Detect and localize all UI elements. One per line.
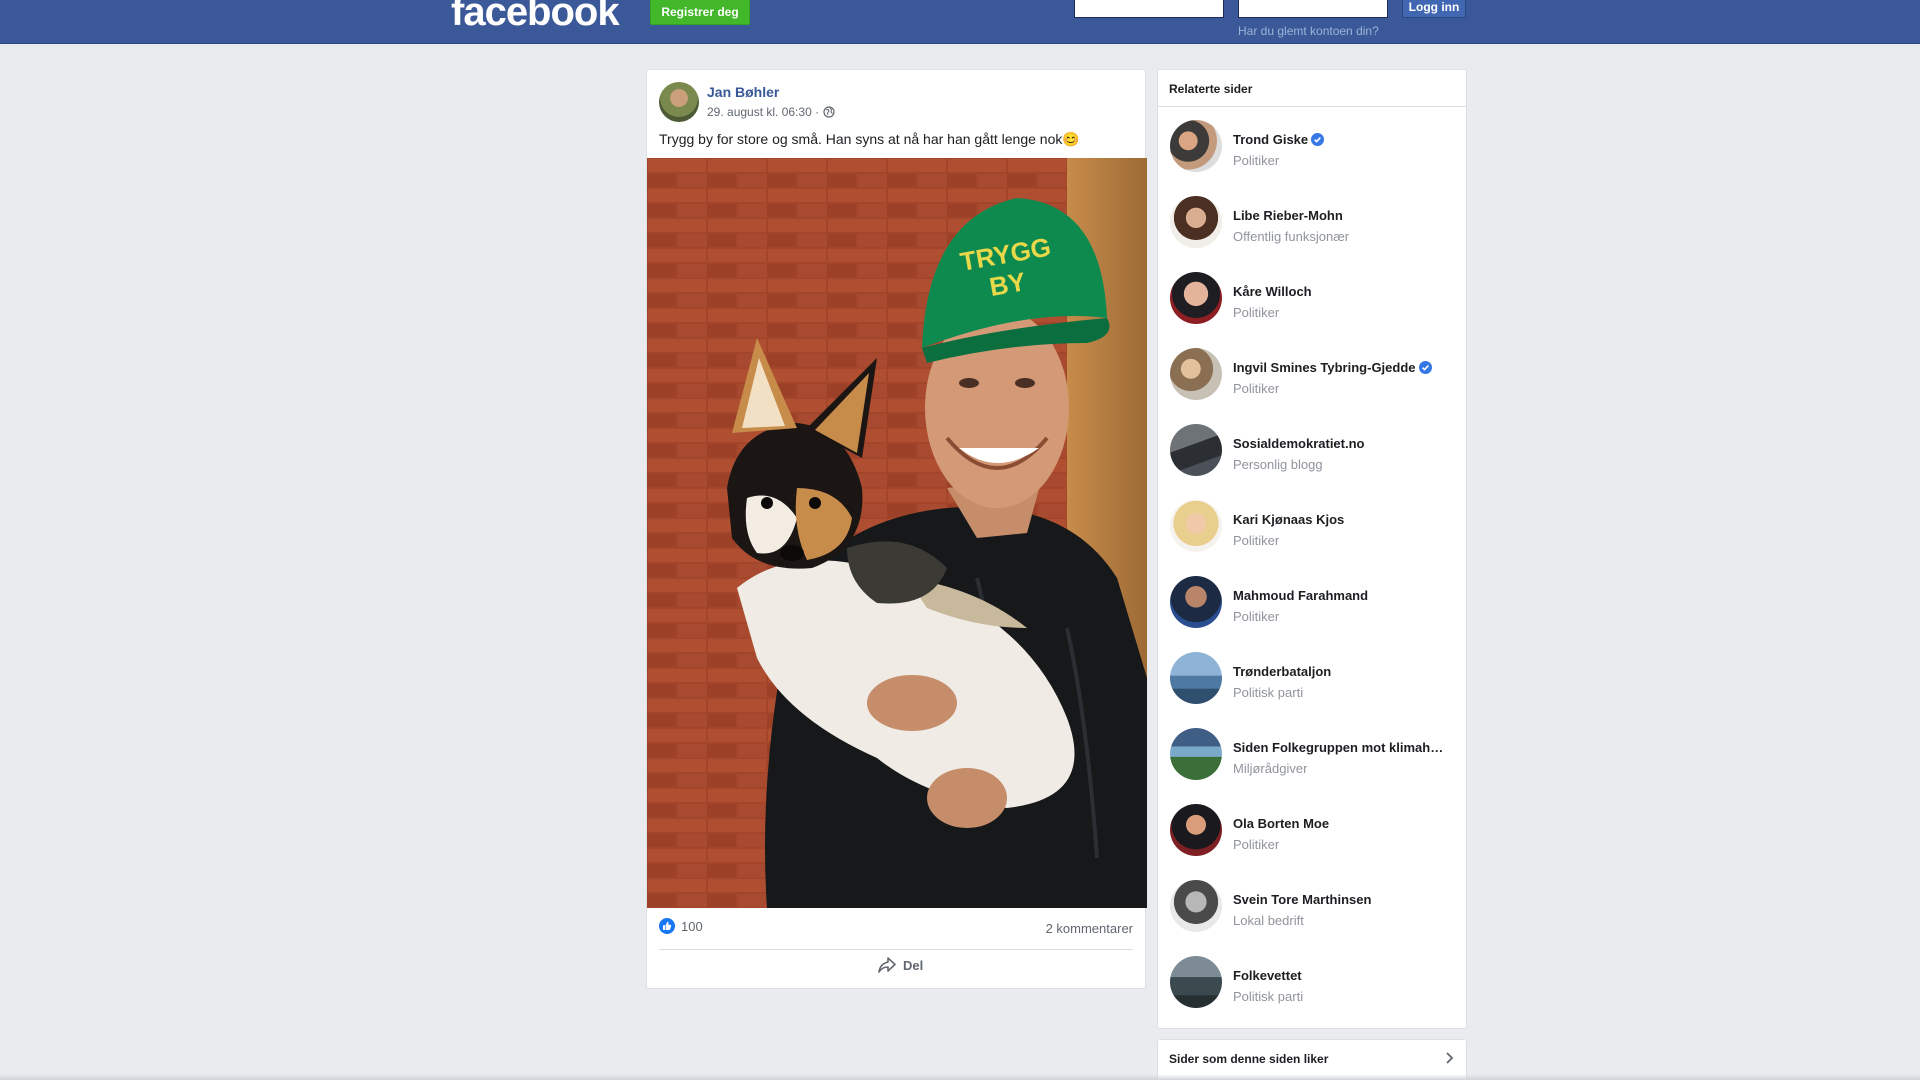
page-name[interactable]: Libe Rieber-Mohn [1233, 208, 1343, 223]
facebook-logo[interactable]: facebook [451, 0, 620, 32]
cap-text-bottom: BY [987, 266, 1028, 302]
page-category: Politiker [1233, 381, 1280, 396]
page-category: Politiker [1233, 837, 1280, 852]
page-name[interactable]: Kari Kjønaas Kjos [1233, 512, 1344, 527]
related-page-item[interactable]: Ola Borten Moe Politiker [1158, 802, 1466, 878]
page-category: Offentlig funksjonær [1233, 229, 1350, 244]
post-text: Trygg by for store og små. Han syns at n… [659, 131, 1080, 147]
page-avatar[interactable] [1170, 576, 1222, 628]
verified-badge-icon [1418, 361, 1432, 374]
like-icon [659, 918, 675, 934]
page-category: Politiker [1233, 609, 1280, 624]
related-page-item[interactable]: Trønderbataljon Politisk parti [1158, 650, 1466, 726]
forgot-account-link[interactable]: Har du glemt kontoen din? [1238, 24, 1379, 38]
related-page-item[interactable]: Kåre Willoch Politiker [1158, 270, 1466, 346]
page-category: Miljørådgiver [1233, 761, 1308, 776]
page-name[interactable]: Mahmoud Farahmand [1233, 588, 1368, 603]
post-card: Jan Bøhler 29. august kl. 06:30 · Trygg … [646, 69, 1147, 989]
page-avatar[interactable] [1170, 196, 1222, 248]
page-name[interactable]: Folkevettet [1233, 968, 1302, 983]
page-category: Politisk parti [1233, 685, 1304, 700]
globe-icon [823, 106, 835, 118]
page-name[interactable]: Kåre Willoch [1233, 284, 1312, 299]
scroll-edge [0, 1074, 1920, 1080]
related-page-item[interactable]: Folkevettet Politisk parti [1158, 954, 1466, 1030]
related-pages-card: Relaterte sider Trond Giske Politiker Li… [1157, 69, 1467, 1029]
page-avatar[interactable] [1170, 652, 1222, 704]
related-pages-list: Trond Giske Politiker Libe Rieber-Mohn O… [1158, 118, 1466, 1030]
related-page-item[interactable]: Sosialdemokratiet.no Personlig blogg [1158, 422, 1466, 498]
page-name[interactable]: Trond Giske [1233, 132, 1308, 147]
page-avatar[interactable] [1170, 956, 1222, 1008]
page-avatar[interactable] [1170, 804, 1222, 856]
related-pages-title: Relaterte sider [1169, 82, 1253, 96]
author-avatar[interactable] [659, 82, 699, 122]
page-name[interactable]: Trønderbataljon [1233, 664, 1331, 679]
comments-count[interactable]: 2 kommentarer [1046, 921, 1133, 936]
page-avatar[interactable] [1170, 424, 1222, 476]
page-avatar[interactable] [1170, 120, 1222, 172]
related-page-item[interactable]: Siden Folkegruppen mot klimah… Miljørådg… [1158, 726, 1466, 802]
related-page-item[interactable]: Kari Kjønaas Kjos Politiker [1158, 498, 1466, 574]
page-category: Politiker [1233, 533, 1280, 548]
post-author-name[interactable]: Jan Bøhler [707, 84, 779, 100]
liked-pages-title: Sider som denne siden liker [1169, 1052, 1329, 1066]
related-divider [1158, 106, 1466, 107]
related-page-item[interactable]: Mahmoud Farahmand Politiker [1158, 574, 1466, 650]
page-category: Personlig blogg [1233, 457, 1323, 472]
action-divider [659, 949, 1133, 950]
page-name[interactable]: Siden Folkegruppen mot klimah… [1233, 740, 1443, 755]
register-button[interactable]: Registrer deg [650, 0, 750, 25]
page-name[interactable]: Svein Tore Marthinsen [1233, 892, 1371, 907]
page-avatar[interactable] [1170, 880, 1222, 932]
share-label: Del [903, 957, 924, 973]
page-name[interactable]: Ingvil Smines Tybring-Gjedde [1233, 360, 1416, 375]
share-icon [878, 957, 896, 973]
reaction-summary[interactable]: 100 [659, 918, 703, 934]
like-count: 100 [681, 918, 703, 934]
verified-badge-icon [1311, 133, 1325, 146]
chevron-right-icon[interactable] [1442, 1051, 1456, 1065]
page-category: Politisk parti [1233, 989, 1304, 1004]
page-avatar[interactable] [1170, 728, 1222, 780]
page-name[interactable]: Sosialdemokratiet.no [1233, 436, 1364, 451]
page-category: Lokal bedrift [1233, 913, 1304, 928]
related-page-item[interactable]: Trond Giske Politiker [1158, 118, 1466, 194]
email-field[interactable] [1074, 0, 1224, 18]
page-avatar[interactable] [1170, 348, 1222, 400]
post-photo[interactable]: TRYGG BY [647, 158, 1147, 908]
password-field[interactable] [1238, 0, 1388, 18]
login-button[interactable]: Logg inn [1402, 0, 1466, 18]
related-page-item[interactable]: Libe Rieber-Mohn Offentlig funksjonær [1158, 194, 1466, 270]
page-avatar[interactable] [1170, 272, 1222, 324]
page-name[interactable]: Ola Borten Moe [1233, 816, 1329, 831]
page-category: Politiker [1233, 153, 1280, 168]
related-page-item[interactable]: Svein Tore Marthinsen Lokal bedrift [1158, 878, 1466, 954]
top-navigation-bar: facebook Registrer deg Logg inn Har du g… [0, 0, 1920, 44]
page-avatar[interactable] [1170, 500, 1222, 552]
post-timestamp[interactable]: 29. august kl. 06:30 · [707, 105, 819, 119]
related-page-item[interactable]: Ingvil Smines Tybring-Gjedde Politiker [1158, 346, 1466, 422]
share-button[interactable]: Del [877, 956, 923, 974]
page-category: Politiker [1233, 305, 1280, 320]
post-meta: 29. august kl. 06:30 · [707, 105, 835, 119]
